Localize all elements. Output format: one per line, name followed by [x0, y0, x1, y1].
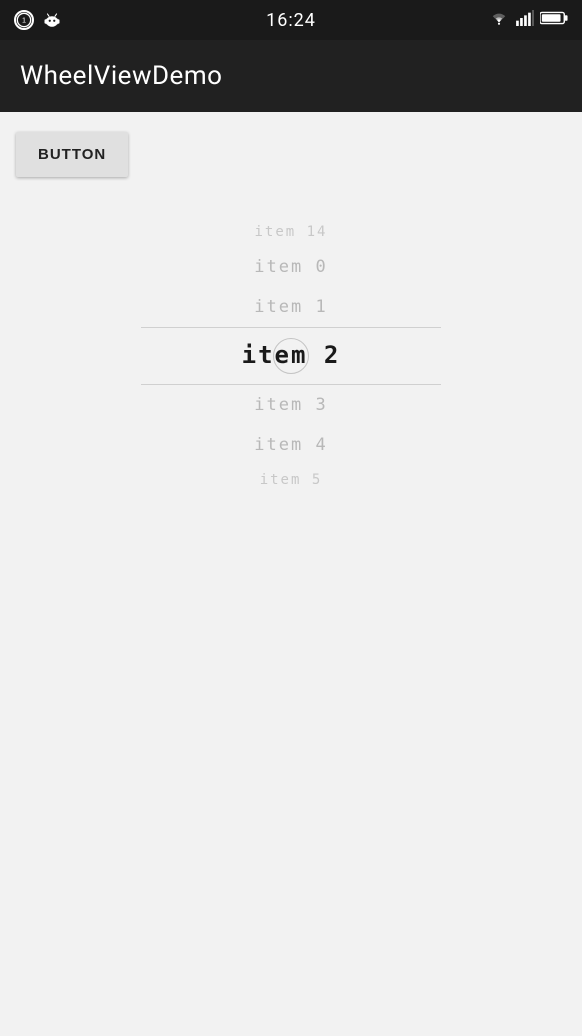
battery-icon	[540, 10, 568, 30]
android-icon	[42, 10, 62, 30]
app-title: WheelViewDemo	[20, 61, 222, 91]
wheel-item-3: item 3	[141, 385, 441, 425]
wheel-item-4: item 4	[141, 425, 441, 465]
wheel-item-1: item 1	[141, 287, 441, 327]
wheel-item-0: item 0	[141, 247, 441, 287]
wheel-view[interactable]: item 14 item 0 item 1 item 2 item 3 item…	[141, 217, 441, 495]
status-bar: 1 16:24	[0, 0, 582, 40]
wifi-icon	[488, 10, 510, 30]
status-left-icons: 1	[14, 10, 62, 30]
wheel-item-14: item 14	[141, 217, 441, 247]
wheel-item-5: item 5	[141, 465, 441, 495]
content-area: BUTTON item 14 item 0 item 1 item 2 item…	[0, 112, 582, 1036]
signal-icon	[516, 10, 534, 30]
status-right-icons	[488, 10, 568, 30]
app-bar: WheelViewDemo	[0, 40, 582, 112]
status-time: 16:24	[266, 10, 316, 31]
svg-text:1: 1	[22, 16, 26, 25]
wheel-selected-row: item 2	[141, 328, 441, 383]
main-button[interactable]: BUTTON	[16, 132, 128, 177]
notification-icon: 1	[14, 10, 34, 30]
wheel-item-2: item 2	[242, 328, 341, 383]
